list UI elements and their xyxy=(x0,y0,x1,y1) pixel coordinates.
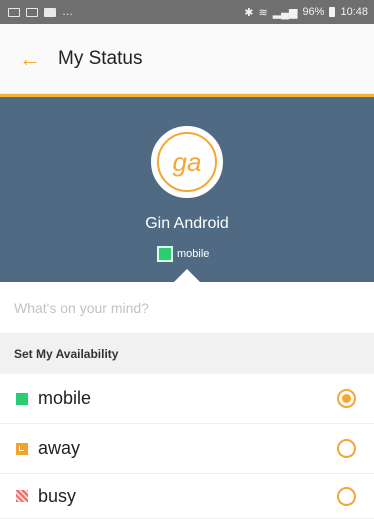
page-title: My Status xyxy=(58,47,143,69)
wifi-icon: ≋ xyxy=(258,6,268,19)
bluetooth-icon: ✱ xyxy=(244,6,254,19)
status-bar: … ✱ ≋ ▂▄▆ 96% 10:48 xyxy=(0,0,374,24)
availability-option-mobile[interactable]: mobile xyxy=(0,374,374,424)
status-bar-right: ✱ ≋ ▂▄▆ 96% 10:48 xyxy=(244,6,368,19)
message-icon xyxy=(26,7,38,17)
clock: 10:48 xyxy=(340,6,368,18)
avatar[interactable]: ga xyxy=(157,132,217,192)
mobile-status-icon xyxy=(16,392,28,405)
notification-icon xyxy=(44,7,56,17)
more-notifications-icon: … xyxy=(62,6,74,18)
status-badge: mobile xyxy=(157,246,209,262)
speech-notch xyxy=(173,269,201,283)
whats-on-your-mind-input[interactable]: What's on your mind? xyxy=(0,282,374,334)
profile-name: Gin Android xyxy=(145,215,229,232)
battery-percent: 96% xyxy=(302,6,325,18)
status-badge-label: mobile xyxy=(177,248,210,260)
radio-button[interactable] xyxy=(337,439,356,458)
status-bar-left: … xyxy=(8,6,74,18)
availability-section-header: Set My Availability xyxy=(0,334,374,374)
status-square-icon xyxy=(157,246,173,262)
image-icon xyxy=(8,7,20,17)
radio-button[interactable] xyxy=(337,486,356,506)
radio-button-selected[interactable] xyxy=(337,389,356,408)
signal-icon: ▂▄▆ xyxy=(272,6,298,19)
battery-icon xyxy=(329,7,336,17)
arrow-left-icon[interactable]: ← xyxy=(6,35,54,83)
availability-option-busy[interactable]: busy xyxy=(0,474,374,519)
availability-option-away[interactable]: away xyxy=(0,424,374,474)
avatar-ring: ga xyxy=(151,126,223,198)
away-status-icon xyxy=(16,442,28,455)
profile-header: ga Gin Android mobile xyxy=(0,97,374,282)
app-toolbar: ← My Status xyxy=(0,24,374,94)
availability-option-label: busy xyxy=(38,485,77,506)
availability-option-label: away xyxy=(38,438,81,458)
busy-status-icon xyxy=(16,490,28,502)
availability-option-label: mobile xyxy=(38,388,92,408)
